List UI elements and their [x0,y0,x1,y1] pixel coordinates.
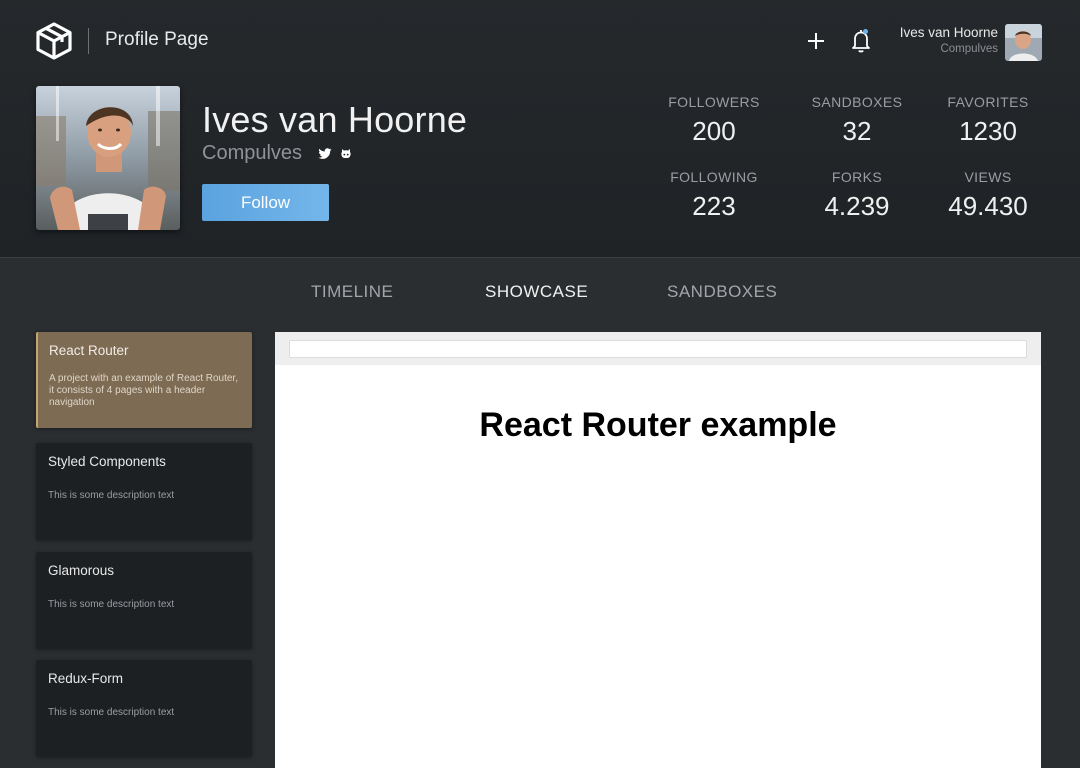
stat-value: 32 [842,116,872,146]
sandbox-card-title: React Router [49,343,129,358]
preview-heading: React Router example [479,406,837,444]
stat-label: FOLLOWING [670,169,758,185]
stat-views: VIEWS 49.430 [928,169,1048,222]
sandbox-card-title: Redux-Form [48,671,124,686]
github-icon[interactable] [340,148,352,160]
tab-timeline[interactable]: TIMELINE [311,282,393,302]
sandbox-card-description: This is some description text [48,490,175,501]
profile-header: Profile Page Ives van Hoorne Compulves I… [0,0,1080,258]
tab-sandboxes[interactable]: SANDBOXES [667,282,777,302]
stat-value: 200 [692,116,736,146]
sandbox-card-title: Styled Components [48,454,166,469]
profile-name: Ives van Hoorne [202,99,468,140]
stat-followers: FOLLOWERS 200 [654,94,774,147]
sandbox-card-styled-components[interactable]: Styled Components This is some descripti… [36,443,252,540]
stat-label: FOLLOWERS [668,94,760,110]
current-user-name[interactable]: Ives van Hoorne [900,25,998,40]
codesandbox-logo-icon[interactable] [36,22,72,60]
sandbox-card-redux-form[interactable]: Redux-Form This is some description text [36,660,252,757]
sandbox-card-react-router[interactable]: React Router A project with an example o… [36,332,252,428]
preview-toolbar [275,332,1041,365]
current-user-avatar[interactable] [1005,24,1042,61]
preview-address-bar[interactable] [289,340,1027,358]
sandbox-card-description: This is some description text [48,599,175,610]
profile-avatar [36,86,180,230]
stat-forks: FORKS 4.239 [797,169,917,222]
sandbox-preview[interactable]: React Router example [275,332,1041,768]
current-user-handle: Compulves [940,43,998,55]
bell-icon[interactable] [849,28,873,54]
sandbox-card-glamorous[interactable]: Glamorous This is some description text [36,552,252,649]
stat-value: 4.239 [824,191,890,221]
stat-value: 49.430 [948,191,1028,221]
stat-value: 223 [692,191,736,221]
stat-label: SANDBOXES [811,94,903,110]
stat-label: VIEWS [964,169,1012,185]
plus-icon[interactable] [805,30,827,52]
twitter-icon[interactable] [318,148,332,160]
title-divider [88,28,89,54]
sandbox-card-description: A project with an example of React Route… [49,373,238,408]
stat-sandboxes: SANDBOXES 32 [797,94,917,147]
stat-following: FOLLOWING 223 [654,169,774,222]
stat-value: 1230 [959,116,1017,146]
stat-favorites: FAVORITES 1230 [928,94,1048,147]
notification-dot [863,29,868,34]
stat-label: FAVORITES [947,94,1029,110]
stat-label: FORKS [831,169,883,185]
tab-showcase[interactable]: SHOWCASE [485,282,588,302]
sandbox-card-title: Glamorous [48,563,115,578]
sandbox-card-description: This is some description text [48,707,175,718]
profile-handle: Compulves [202,142,303,164]
page-title: Profile Page [105,29,209,50]
follow-button[interactable]: Follow [202,184,329,221]
